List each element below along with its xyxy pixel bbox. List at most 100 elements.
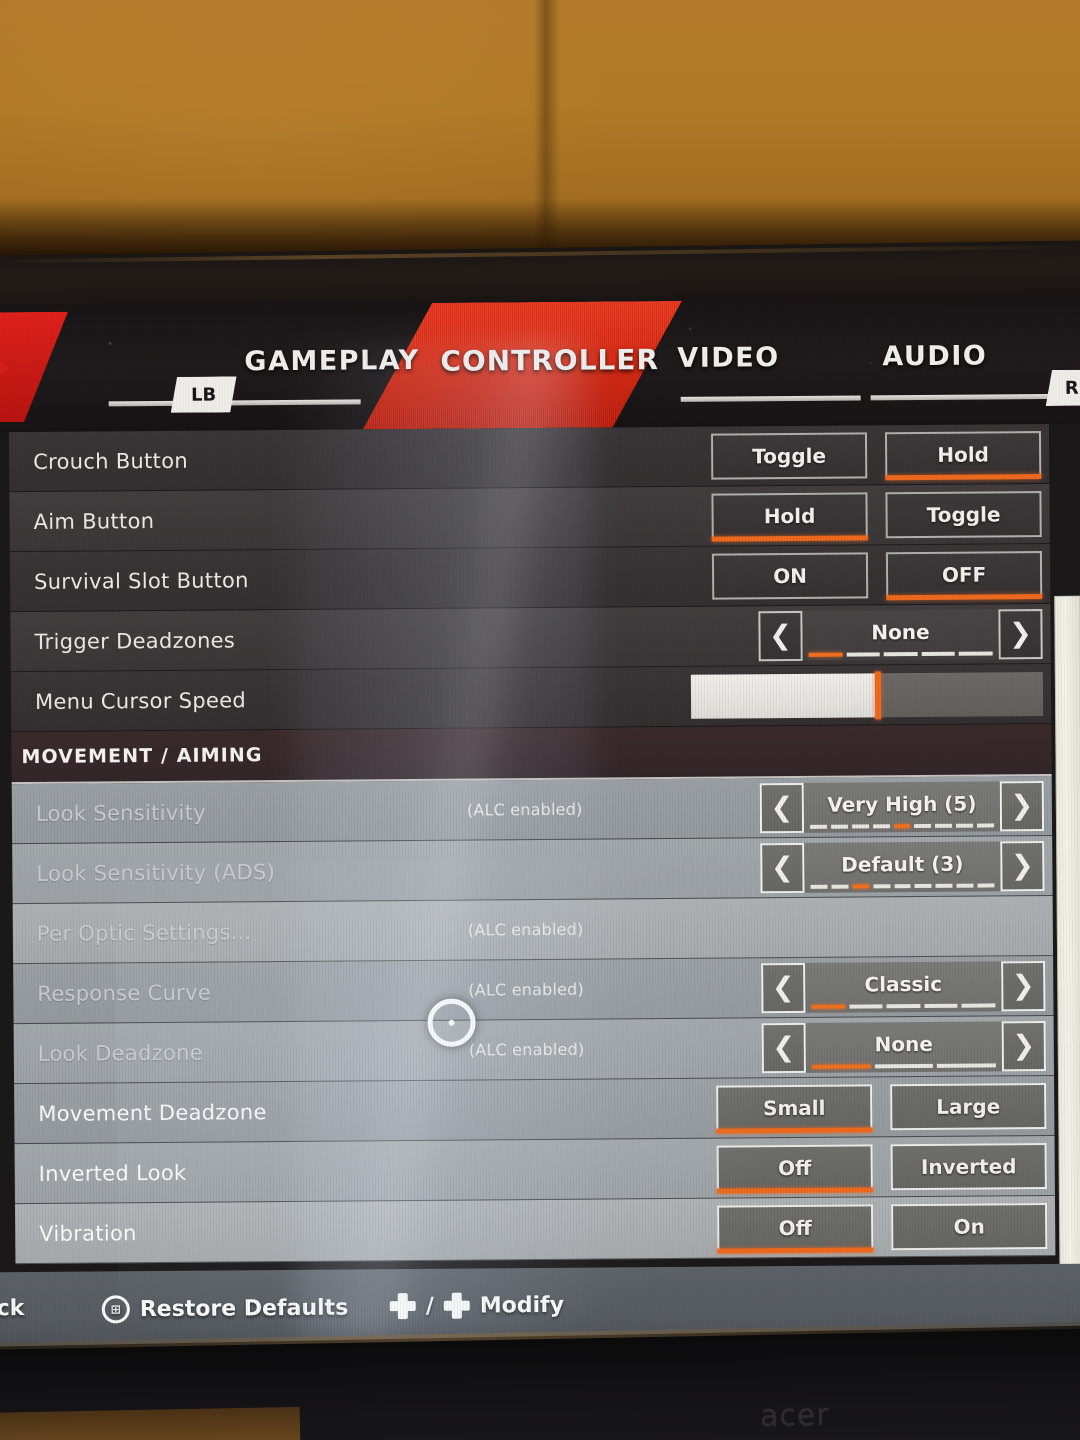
chevron-right-icon[interactable]: ❯ — [1001, 1020, 1046, 1071]
segment-bar — [811, 1002, 996, 1009]
settings-list: Crouch Button Toggle Hold Aim Button Hol… — [8, 423, 1056, 1265]
alc-enabled-note: (ALC enabled) — [468, 1039, 585, 1060]
desk-surface — [0, 1406, 301, 1440]
option-toggle[interactable]: Toggle — [710, 431, 868, 480]
stepper-control: ❮ Classic ❯ — [761, 960, 1046, 1013]
tab-audio[interactable]: AUDIO — [882, 340, 987, 372]
stepper-value: None — [871, 619, 930, 644]
segment-tick — [811, 1063, 871, 1069]
chevron-right-icon[interactable]: ❯ — [999, 780, 1045, 831]
row-survival-slot-button[interactable]: Survival Slot Button ON OFF — [9, 543, 1051, 613]
option-large[interactable]: Large — [890, 1082, 1047, 1130]
stepper-control: ❮ None ❯ — [758, 608, 1043, 661]
segment-tick — [874, 1063, 934, 1068]
chevron-left-icon[interactable]: ❮ — [759, 782, 805, 833]
segment-tick — [914, 883, 932, 888]
option-on[interactable]: On — [891, 1202, 1048, 1250]
slider-handle[interactable] — [874, 670, 881, 719]
chevron-right-icon[interactable]: ❯ — [1001, 960, 1046, 1011]
tab-underline-audio — [870, 393, 1059, 401]
row-crouch-button[interactable]: Crouch Button Toggle Hold — [8, 423, 1050, 493]
option-off[interactable]: OFF — [885, 550, 1043, 598]
row-label: Look Deadzone — [37, 1040, 204, 1066]
segment-tick — [846, 651, 880, 657]
alc-enabled-note: (ALC enabled) — [466, 799, 583, 820]
row-label: Per Optic Settings... — [36, 919, 252, 946]
tab-gameplay[interactable]: GAMEPLAY — [244, 345, 419, 377]
row-look-sensitivity-ads[interactable]: Look Sensitivity (ADS) ❮ Default (3) ❯ — [12, 835, 1053, 905]
stepper-value: Default (3) — [841, 851, 964, 877]
row-menu-cursor-speed[interactable]: Menu Cursor Speed — [10, 663, 1052, 733]
option-inverted[interactable]: Inverted — [890, 1142, 1047, 1190]
segment-tick — [959, 650, 993, 656]
slider-fill — [690, 672, 878, 719]
segment-tick — [956, 883, 974, 888]
bumper-hint-rb: RB — [1045, 369, 1080, 406]
tab-video[interactable]: VIDEO — [677, 342, 780, 374]
stepper-control: ❮ None ❯ — [761, 1020, 1046, 1073]
stepper-value-box: Classic — [805, 960, 1002, 1013]
segment-tick — [935, 883, 953, 888]
hint-modify-label: Modify — [479, 1292, 565, 1318]
option-on[interactable]: ON — [711, 551, 869, 600]
hint-back[interactable]: ack — [0, 1296, 24, 1321]
row-label: Movement Deadzone — [38, 1099, 267, 1126]
stepper-value-box: Very High (5) — [803, 780, 1001, 833]
row-look-deadzone[interactable]: Look Deadzone (ALC enabled) ❮ None ❯ — [13, 1015, 1055, 1085]
hint-restore-label: Restore Defaults — [139, 1295, 349, 1322]
alc-enabled-note: (ALC enabled) — [468, 979, 584, 1000]
tab-controller[interactable]: CONTROLLER — [440, 343, 659, 378]
stepper-value: None — [874, 1031, 933, 1056]
row-label: Inverted Look — [38, 1160, 187, 1186]
dpad-left-icon — [390, 1293, 416, 1319]
section-header-movement-aiming: MOVEMENT / AIMING — [11, 723, 1052, 785]
hint-restore-defaults[interactable]: ⊞ Restore Defaults — [101, 1294, 349, 1324]
row-movement-deadzone[interactable]: Movement Deadzone Small Large — [14, 1075, 1055, 1145]
segment-tick — [921, 651, 956, 656]
segment-bar — [810, 882, 995, 889]
option-hold[interactable]: Hold — [884, 430, 1042, 478]
option-toggle[interactable]: Toggle — [885, 490, 1042, 538]
settings-tab-bar: GAMEPLAY CONTROLLER VIDEO AUDIO LB RB — [0, 295, 1080, 433]
row-look-sensitivity[interactable]: Look Sensitivity (ALC enabled) ❮ Very Hi… — [11, 775, 1053, 845]
game-screen: GAMEPLAY CONTROLLER VIDEO AUDIO LB RB Cr… — [0, 295, 1080, 1351]
option-group: Off On — [717, 1202, 1048, 1252]
row-label: Menu Cursor Speed — [34, 687, 247, 714]
segment-tick — [851, 823, 869, 829]
chevron-right-icon[interactable]: ❯ — [1000, 840, 1045, 891]
segment-tick — [937, 1062, 996, 1068]
segment-bar — [811, 1062, 996, 1069]
row-vibration[interactable]: Vibration Off On — [14, 1195, 1056, 1265]
segment-tick — [830, 824, 848, 829]
option-small[interactable]: Small — [716, 1083, 873, 1132]
option-off[interactable]: Off — [716, 1143, 873, 1192]
stepper-value-box: None — [802, 608, 999, 661]
segment-tick — [894, 883, 911, 888]
option-hold[interactable]: Hold — [711, 491, 868, 540]
vertical-scrollbar[interactable] — [1054, 595, 1080, 1286]
menu-cursor-speed-slider[interactable] — [690, 670, 1044, 719]
chevron-left-icon[interactable]: ❮ — [760, 842, 805, 893]
segment-tick — [849, 1003, 883, 1009]
stepper-value-box: Default (3) — [804, 840, 1001, 893]
modify-separator: / — [425, 1293, 434, 1319]
row-aim-button[interactable]: Aim Button Hold Toggle — [9, 483, 1050, 553]
row-label: Look Sensitivity — [35, 800, 206, 826]
chevron-left-icon[interactable]: ❮ — [758, 610, 803, 661]
photo-scene: GAMEPLAY CONTROLLER VIDEO AUDIO LB RB Cr… — [0, 0, 1080, 1440]
hint-back-label: ack — [0, 1296, 25, 1322]
chevron-left-icon[interactable]: ❮ — [761, 962, 806, 1013]
option-off[interactable]: Off — [717, 1203, 874, 1252]
segment-tick — [914, 823, 932, 828]
chevron-right-icon[interactable]: ❯ — [998, 608, 1043, 659]
row-inverted-look[interactable]: Inverted Look Off Inverted — [14, 1135, 1055, 1205]
option-group: ON OFF — [711, 550, 1043, 600]
back-button-icon: ⊞ — [101, 1295, 130, 1324]
row-response-curve[interactable]: Response Curve (ALC enabled) ❮ Classic ❯ — [13, 955, 1054, 1025]
segment-tick — [886, 1003, 921, 1008]
row-trigger-deadzones[interactable]: Trigger Deadzones ❮ None ❯ — [10, 603, 1051, 673]
chevron-left-icon[interactable]: ❮ — [761, 1022, 806, 1073]
segment-tick — [883, 651, 918, 656]
hint-modify[interactable]: / Modify — [390, 1292, 564, 1319]
row-per-optic-settings[interactable]: Per Optic Settings... (ALC enabled) — [12, 895, 1054, 965]
